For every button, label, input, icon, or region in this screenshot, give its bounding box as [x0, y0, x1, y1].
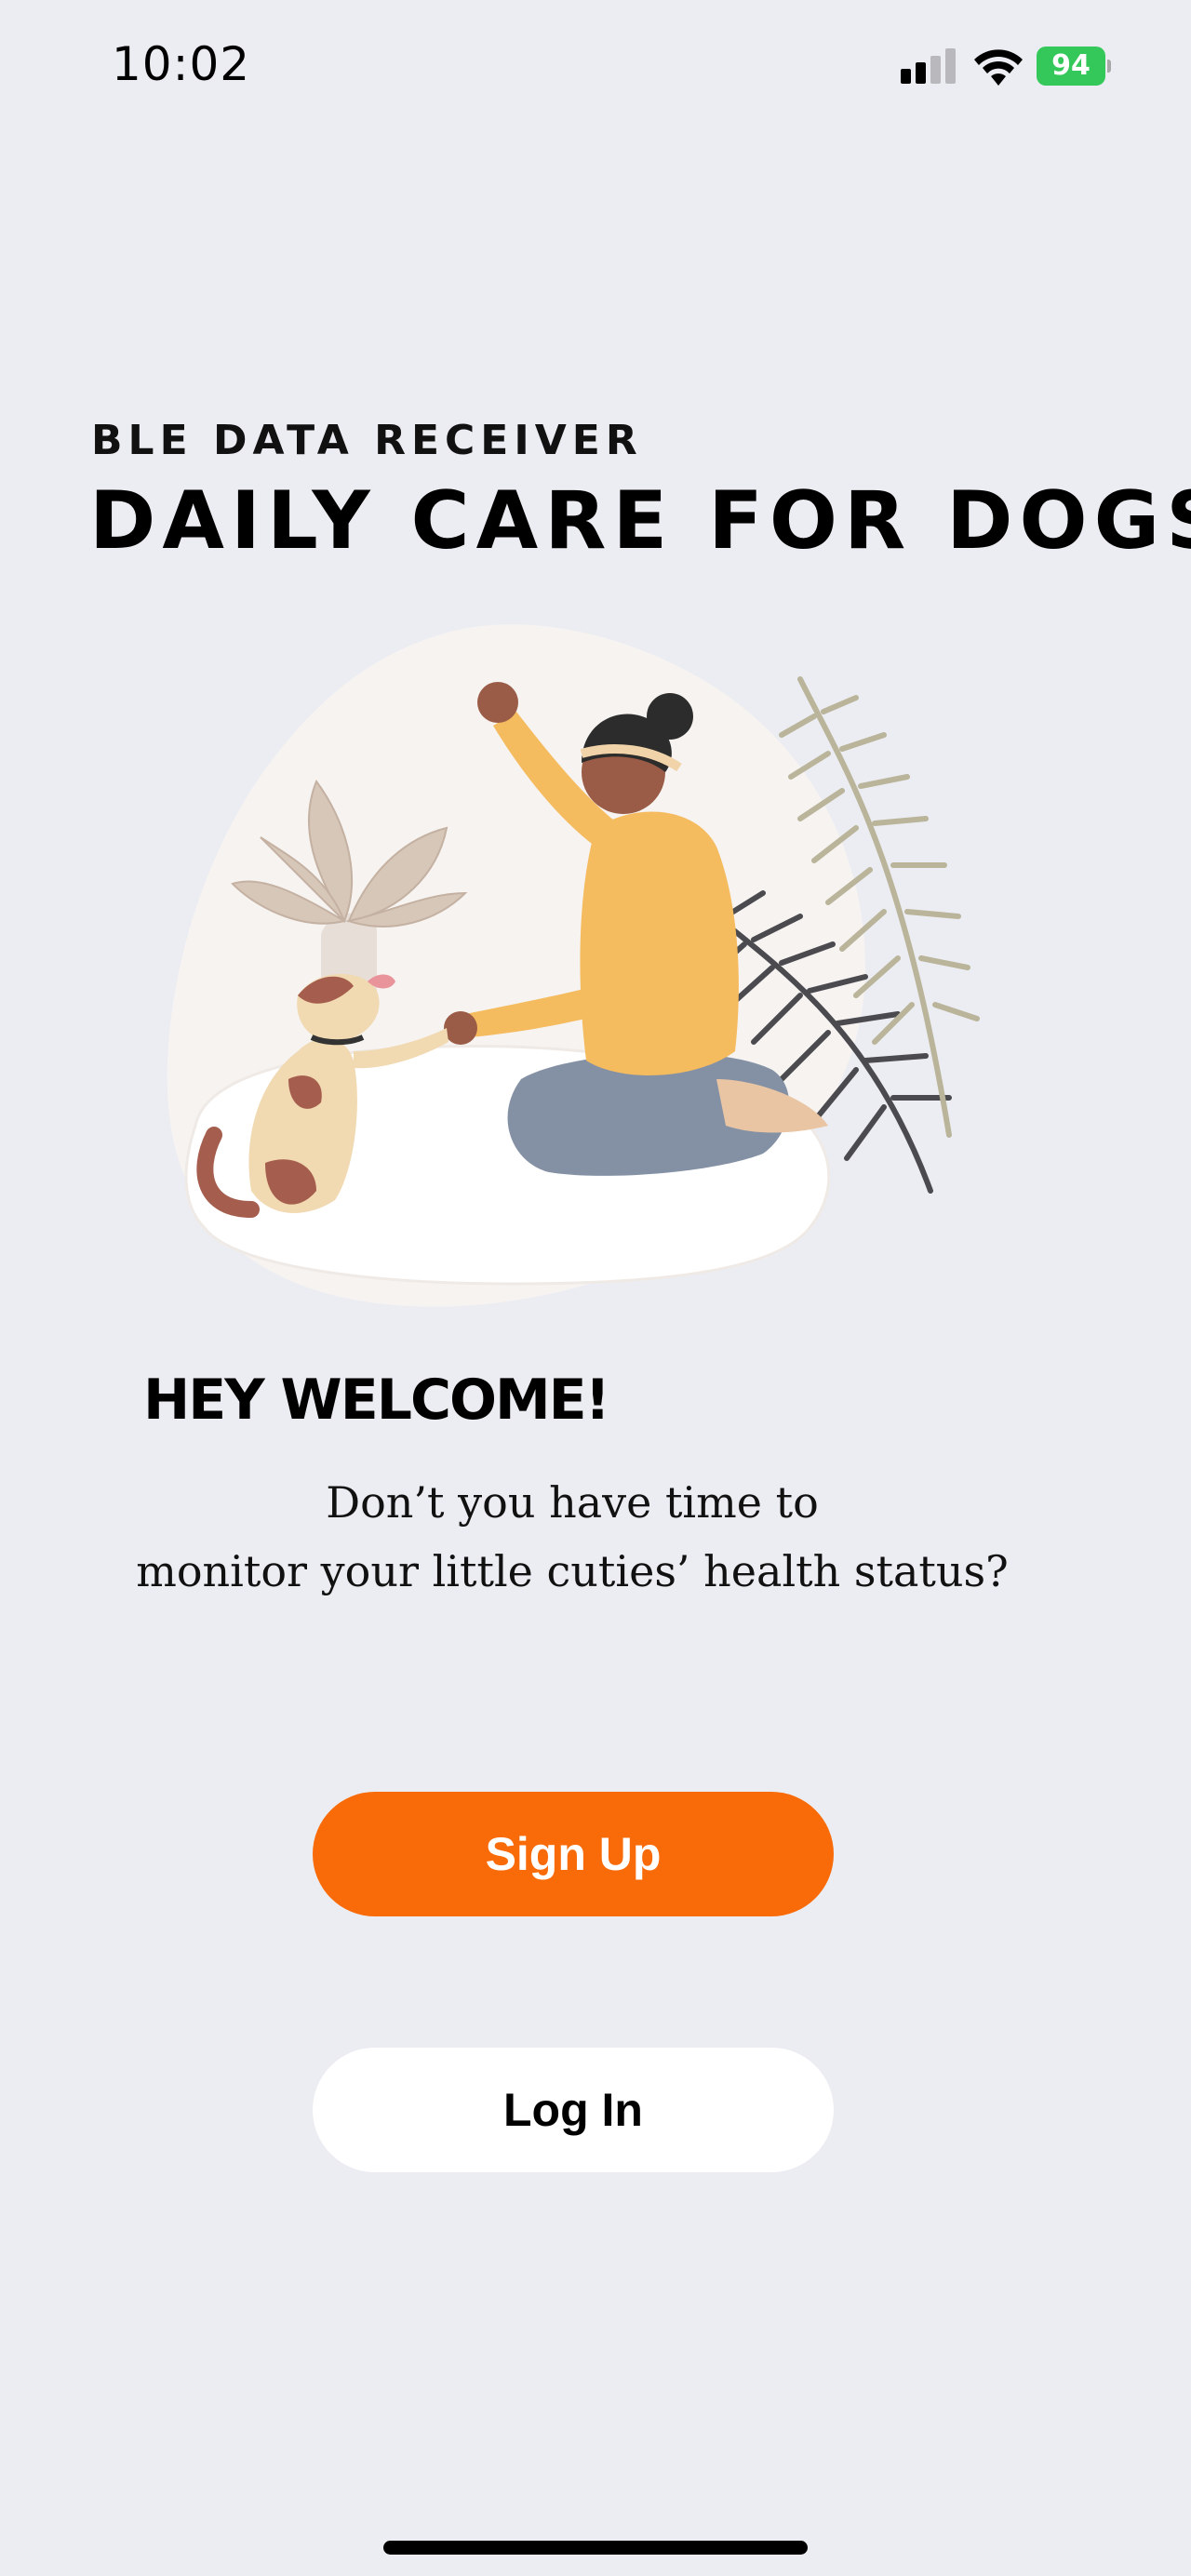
sign-up-button[interactable]: Sign Up [313, 1792, 834, 1916]
status-time: 10:02 [112, 37, 251, 91]
status-bar: 10:02 94 [0, 0, 1191, 140]
battery-level: 94 [1037, 47, 1105, 86]
log-in-button[interactable]: Log In [313, 2048, 834, 2172]
home-indicator[interactable] [383, 2541, 808, 2555]
app-title: DAILY CARE FOR DOGS [89, 474, 1191, 567]
welcome-heading: HEY WELCOME! [143, 1368, 610, 1433]
tagline-line-1: Don’t you have time to [326, 1477, 819, 1528]
battery-tip [1107, 60, 1111, 73]
tagline-line-2: monitor your little cuties’ health statu… [136, 1546, 1009, 1596]
welcome-tagline: Don’t you have time to monitor your litt… [93, 1468, 1051, 1606]
wifi-icon [974, 49, 1023, 86]
cellular-signal-icon [901, 48, 956, 84]
woman-training-dog-illustration [167, 624, 980, 1307]
app-subtitle: BLE DATA RECEIVER [91, 417, 643, 464]
battery-indicator: 94 [1037, 47, 1111, 86]
